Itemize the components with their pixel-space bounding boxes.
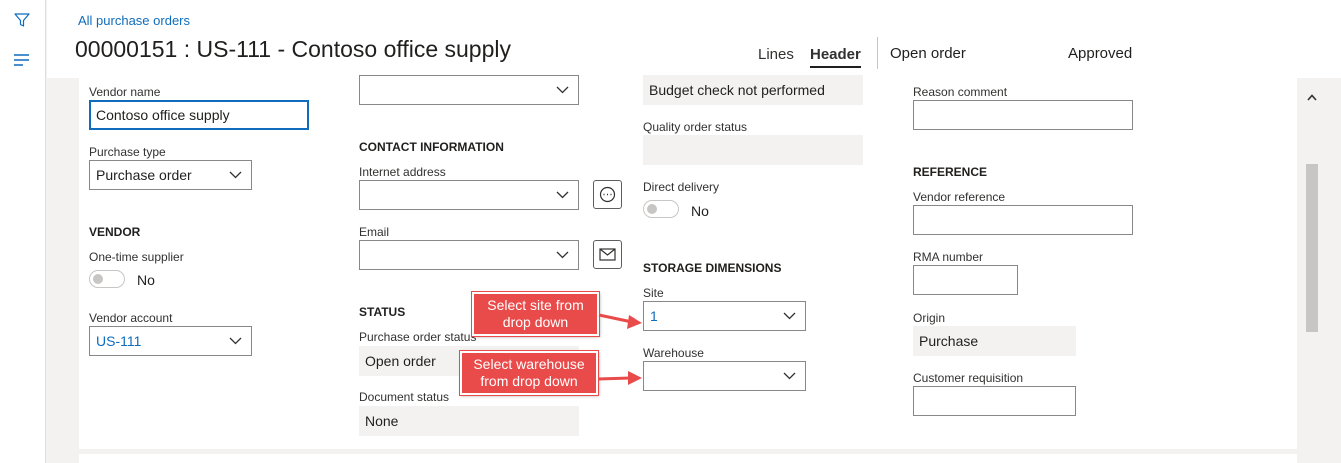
warehouse-label: Warehouse bbox=[643, 346, 704, 360]
vendor-name-label: Vendor name bbox=[89, 85, 161, 99]
vendor-name-input[interactable]: Contoso office supply bbox=[89, 100, 309, 130]
vendor-account-label: Vendor account bbox=[89, 311, 173, 325]
contact-section-title: CONTACT INFORMATION bbox=[359, 140, 504, 154]
tab-lines[interactable]: Lines bbox=[758, 46, 794, 63]
rma-number-input[interactable] bbox=[913, 265, 1018, 295]
scrollbar-thumb[interactable] bbox=[1306, 164, 1318, 332]
origin-value: Purchase bbox=[913, 326, 1076, 356]
chevron-up-icon[interactable] bbox=[1307, 94, 1317, 101]
page-header: All purchase orders 00000151 : US-111 - … bbox=[47, 0, 1341, 78]
top-dropdown[interactable] bbox=[359, 75, 579, 105]
origin-label: Origin bbox=[913, 311, 946, 325]
one-time-supplier-label: One-time supplier bbox=[89, 250, 184, 264]
one-time-supplier-toggle[interactable] bbox=[89, 270, 125, 288]
toggle-knob bbox=[647, 204, 657, 214]
budget-check-value: Budget check not performed bbox=[643, 75, 863, 105]
chevron-down-icon bbox=[229, 337, 242, 345]
globe-icon bbox=[599, 186, 616, 203]
email-dropdown[interactable] bbox=[359, 240, 579, 270]
breadcrumb[interactable]: All purchase orders bbox=[78, 13, 190, 28]
list-icon[interactable] bbox=[12, 50, 32, 70]
vendor-section-title: VENDOR bbox=[89, 225, 141, 239]
status-section-title: STATUS bbox=[359, 305, 406, 319]
one-time-supplier-value: No bbox=[137, 272, 155, 288]
internet-address-label: Internet address bbox=[359, 165, 446, 179]
document-status-label: Document status bbox=[359, 390, 450, 404]
left-navigation bbox=[0, 0, 46, 463]
chevron-down-icon bbox=[783, 372, 796, 380]
site-dropdown[interactable]: 1 bbox=[643, 301, 806, 331]
chevron-down-icon bbox=[556, 86, 569, 94]
purchase-type-label: Purchase type bbox=[89, 145, 166, 159]
purchase-type-dropdown[interactable]: Purchase order bbox=[89, 160, 252, 190]
internet-address-dropdown[interactable] bbox=[359, 180, 579, 210]
filter-icon[interactable] bbox=[12, 10, 32, 30]
reason-comment-label: Reason comment bbox=[913, 85, 1008, 99]
approval-status: Approved bbox=[1068, 45, 1133, 62]
page-title: 00000151 : US-111 - Contoso office suppl… bbox=[75, 36, 512, 62]
order-status: Open order bbox=[890, 45, 966, 62]
direct-delivery-value: No bbox=[691, 203, 709, 219]
chevron-down-icon bbox=[229, 171, 242, 179]
site-callout-arrow bbox=[598, 313, 642, 329]
site-label: Site bbox=[643, 286, 664, 300]
chevron-down-icon bbox=[556, 251, 569, 259]
send-email-button[interactable] bbox=[593, 240, 622, 269]
mail-icon bbox=[599, 248, 616, 261]
quality-order-status-value bbox=[643, 135, 863, 165]
next-section-card bbox=[79, 454, 1297, 463]
customer-requisition-label: Customer requisition bbox=[913, 371, 1024, 385]
vendor-account-value[interactable]: US-111 bbox=[96, 333, 141, 349]
header-divider bbox=[877, 37, 878, 69]
email-label: Email bbox=[359, 225, 390, 239]
vendor-reference-label: Vendor reference bbox=[913, 190, 1006, 204]
page-content: Vendor name Contoso office supply Purcha… bbox=[47, 75, 1341, 463]
warehouse-callout: Select warehouse from drop down bbox=[460, 351, 598, 395]
po-status-label: Purchase order status bbox=[359, 330, 477, 344]
tab-header[interactable]: Header bbox=[810, 46, 861, 68]
reason-comment-input[interactable] bbox=[913, 100, 1133, 130]
quality-order-status-label: Quality order status bbox=[643, 120, 748, 134]
site-value: 1 bbox=[650, 308, 658, 324]
site-callout: Select site from drop down bbox=[472, 292, 599, 336]
rma-number-label: RMA number bbox=[913, 250, 984, 264]
customer-requisition-input[interactable] bbox=[913, 386, 1076, 416]
vertical-scrollbar[interactable] bbox=[1304, 80, 1320, 463]
reference-section-title: REFERENCE bbox=[913, 165, 988, 179]
warehouse-callout-arrow bbox=[597, 371, 642, 385]
direct-delivery-toggle[interactable] bbox=[643, 200, 679, 218]
toggle-knob bbox=[93, 274, 103, 284]
header-details-card: Vendor name Contoso office supply Purcha… bbox=[79, 75, 1297, 449]
warehouse-dropdown[interactable] bbox=[643, 361, 806, 391]
chevron-down-icon bbox=[783, 312, 796, 320]
direct-delivery-label: Direct delivery bbox=[643, 180, 720, 194]
purchase-type-value: Purchase order bbox=[96, 167, 192, 183]
chevron-down-icon bbox=[556, 191, 569, 199]
vendor-reference-input[interactable] bbox=[913, 205, 1133, 235]
storage-dimensions-section-title: STORAGE DIMENSIONS bbox=[643, 261, 782, 275]
document-status-value: None bbox=[359, 406, 579, 436]
open-website-button[interactable] bbox=[593, 180, 622, 209]
vendor-account-dropdown[interactable]: US-111 bbox=[89, 326, 252, 356]
